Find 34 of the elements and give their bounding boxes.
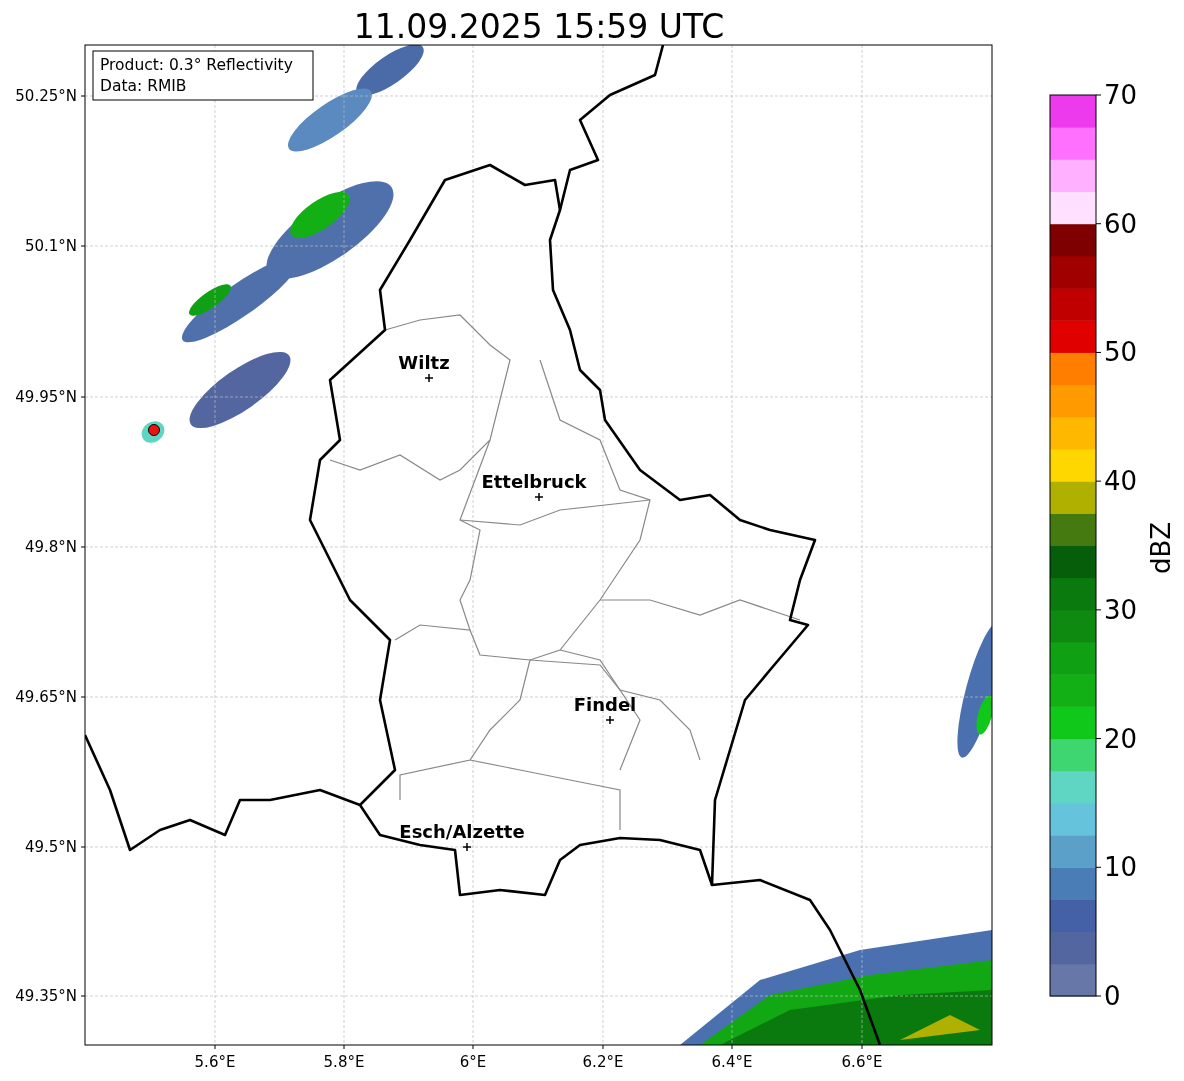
latitude-label: 49.65°N <box>15 688 77 706</box>
colorbar-tick-label: 70 <box>1104 80 1138 110</box>
city-label: Findel <box>573 694 637 715</box>
latitude-label: 50.25°N <box>15 87 77 105</box>
colorbar-tick-label: 40 <box>1104 466 1138 497</box>
longitude-label: 5.8°E <box>323 1053 365 1071</box>
latitude-label: 49.95°N <box>15 388 77 406</box>
longitude-label: 6°E <box>459 1053 487 1071</box>
latitude-label: 49.8°N <box>24 538 77 556</box>
city-marker-icon <box>424 373 434 383</box>
chart-title: 11.09.2025 15:59 UTC <box>353 7 725 46</box>
colorbar-tick-label: 20 <box>1104 723 1138 754</box>
city-label: Esch/Alzette <box>399 821 525 842</box>
city-marker-icon <box>534 492 544 502</box>
city-marker-icon <box>462 842 472 852</box>
colorbar-tick-label: 10 <box>1104 852 1138 883</box>
colorbar-tick-label: 60 <box>1104 208 1138 239</box>
colorbar-label: dBZ <box>1146 521 1176 575</box>
colorbar-tick-label: 50 <box>1104 337 1138 368</box>
longitude-label: 6.4°E <box>711 1053 753 1071</box>
colorbar-tick-label: 0 <box>1104 981 1121 1011</box>
colorbar-tick-label: 30 <box>1104 594 1138 625</box>
longitude-label: 6.6°E <box>841 1053 883 1071</box>
radar-site-marker <box>148 424 160 436</box>
city-label: Wiltz <box>398 352 450 373</box>
latitude-label: 49.35°N <box>15 987 77 1005</box>
latitude-label: 49.5°N <box>24 838 77 856</box>
info-text: Data: RMIB <box>100 77 187 95</box>
city-label: Ettelbruck <box>481 471 587 492</box>
info-text: Product: 0.3° Reflectivity <box>100 56 293 74</box>
city-marker-icon <box>605 715 615 725</box>
latitude-label: 50.1°N <box>24 237 77 255</box>
longitude-label: 6.2°E <box>582 1053 624 1071</box>
longitude-label: 5.6°E <box>194 1053 236 1071</box>
